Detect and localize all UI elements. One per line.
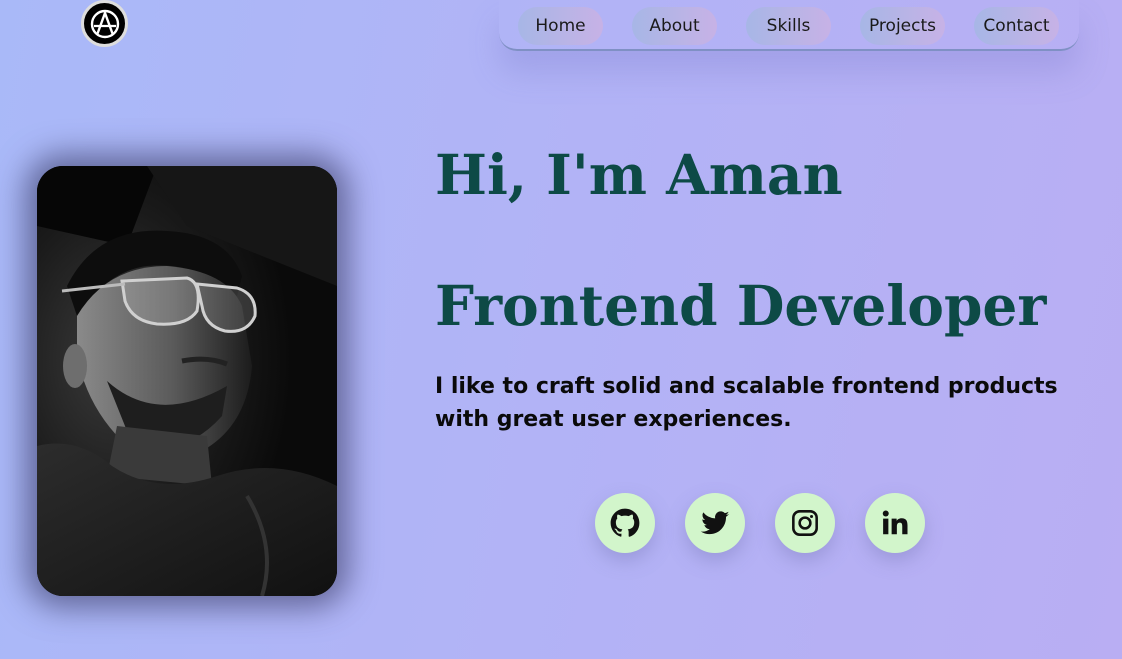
twitter-icon [700,511,730,535]
profile-photo-image [37,166,337,596]
top-nav: Home About Skills Projects Contact [499,0,1079,51]
instagram-link[interactable] [775,493,835,553]
github-link[interactable] [595,493,655,553]
nav-item-label: About [649,16,700,36]
linkedin-icon [882,510,908,535]
nav-item-home[interactable]: Home [518,7,603,45]
linkedin-link[interactable] [865,493,925,553]
nav-item-about[interactable]: About [632,7,717,45]
nav-item-projects[interactable]: Projects [860,7,945,45]
twitter-link[interactable] [685,493,745,553]
nav-item-label: Home [535,16,586,36]
nav-item-contact[interactable]: Contact [974,7,1059,45]
nav-item-skills[interactable]: Skills [746,7,831,45]
anarchy-a-logo-icon [90,9,119,38]
nav-item-label: Contact [983,16,1050,36]
hero-greeting: Hi, I'm Aman [435,142,843,207]
hero-tagline: I like to craft solid and scalable front… [435,374,1058,432]
instagram-icon [792,510,818,536]
github-icon [610,508,640,537]
hero-role: Frontend Developer [435,273,1047,338]
nav-item-label: Projects [868,16,937,36]
profile-photo [37,166,337,596]
logo[interactable] [81,0,128,47]
nav-item-label: Skills [766,16,811,36]
